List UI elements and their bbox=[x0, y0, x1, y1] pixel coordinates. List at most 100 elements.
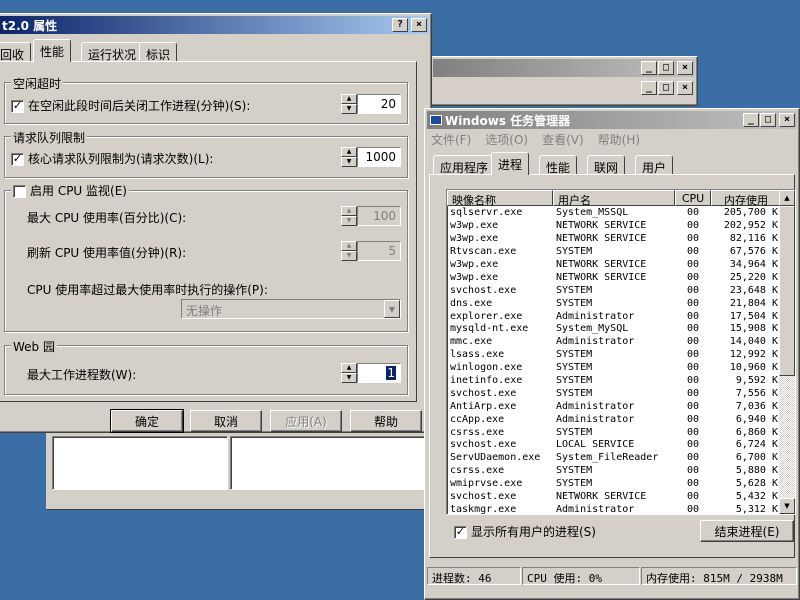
status-processes: 进程数: 46 bbox=[427, 567, 521, 585]
cancel-button[interactable]: 取消 bbox=[190, 410, 262, 432]
cell-memory: 17,504 K bbox=[729, 310, 778, 322]
close-icon[interactable]: × bbox=[411, 18, 427, 32]
menu-file[interactable]: 文件(F) bbox=[431, 131, 471, 148]
idle-timeout-checkbox-row[interactable]: ✓ 在空闲此段时间后关闭工作进程(分钟)(S): bbox=[11, 97, 250, 114]
request-queue-checkbox[interactable]: ✓ bbox=[11, 153, 24, 166]
tab-networking[interactable]: 联网 bbox=[587, 155, 626, 175]
table-row[interactable]: ServUDaemon.exe System_FileReader 00 6,700 … bbox=[447, 452, 781, 465]
task-manager-window: Windows 任务管理器 _ □ × 文件(F) 选项(O) 查看(V) 帮助… bbox=[424, 108, 800, 600]
scroll-down-icon[interactable]: ▼ bbox=[779, 498, 795, 514]
table-row[interactable]: w3wp.exe NETWORK SERVICE 00 82,116 K bbox=[447, 233, 781, 246]
max-worker-label: 最大工作进程数(W): bbox=[27, 368, 137, 382]
tab-processes[interactable]: 进程 bbox=[491, 152, 530, 175]
bg-minimize-icon[interactable]: _ bbox=[641, 61, 657, 75]
cell-user-name: Administrator bbox=[556, 400, 635, 412]
table-row[interactable]: inetinfo.exe SYSTEM 00 9,592 K bbox=[447, 375, 781, 388]
tab-recycle[interactable]: 回收 bbox=[0, 42, 32, 62]
idle-timeout-spinner[interactable]: ▲ ▼ 20 bbox=[341, 94, 401, 114]
bg-close-icon[interactable]: × bbox=[677, 61, 693, 75]
spin-up-icon[interactable]: ▲ bbox=[341, 147, 357, 157]
background-window: _ □ × _ □ × bbox=[430, 56, 698, 106]
tab-applications[interactable]: 应用程序 bbox=[433, 155, 496, 175]
cell-user-name: LOCAL SERVICE bbox=[556, 439, 635, 451]
maximize-icon[interactable]: □ bbox=[760, 113, 776, 127]
request-queue-spinner[interactable]: ▲ ▼ 1000 bbox=[341, 147, 401, 167]
table-row[interactable]: lsass.exe SYSTEM 00 12,992 K bbox=[447, 349, 781, 362]
tab-health[interactable]: 运行状况 bbox=[81, 42, 144, 62]
request-queue-checkbox-row[interactable]: ✓ 核心请求队列限制为(请求次数)(L): bbox=[11, 150, 213, 167]
menu-view[interactable]: 查看(V) bbox=[542, 131, 584, 148]
table-row[interactable]: svchost.exe NETWORK SERVICE 00 5,432 K bbox=[447, 491, 781, 504]
table-row[interactable]: wmiprvse.exe SYSTEM 00 5,628 K bbox=[447, 478, 781, 491]
table-row[interactable]: mmc.exe Administrator 00 14,040 K bbox=[447, 336, 781, 349]
menu-help[interactable]: 帮助(H) bbox=[598, 131, 640, 148]
table-row[interactable]: Rtvscan.exe SYSTEM 00 67,576 K bbox=[447, 246, 781, 259]
cell-memory: 5,628 K bbox=[735, 478, 778, 490]
tab-performance[interactable]: 性能 bbox=[539, 155, 578, 175]
help-button[interactable]: 帮助 bbox=[350, 410, 422, 432]
table-row[interactable]: sqlservr.exe System_MSSQL 00 205,700 K bbox=[447, 207, 781, 220]
table-row[interactable]: dns.exe SYSTEM 00 21,804 K bbox=[447, 297, 781, 310]
table-row[interactable]: AntiArp.exe Administrator 00 7,036 K bbox=[447, 400, 781, 413]
cell-memory: 9,592 K bbox=[735, 375, 778, 387]
request-queue-label: 核心请求队列限制为(请求次数)(L): bbox=[28, 152, 214, 166]
cpu-monitor-checkbox-row[interactable]: 启用 CPU 监视(E) bbox=[11, 182, 129, 199]
table-row[interactable]: winlogon.exe SYSTEM 00 10,960 K bbox=[447, 362, 781, 375]
max-worker-spinner[interactable]: ▲ ▼ 1 bbox=[341, 363, 401, 383]
table-row[interactable]: csrss.exe SYSTEM 00 5,880 K bbox=[447, 465, 781, 478]
ok-button[interactable]: 确定 bbox=[110, 409, 184, 433]
scroll-up-icon[interactable]: ▲ bbox=[779, 190, 795, 206]
idle-timeout-value[interactable]: 20 bbox=[357, 94, 401, 114]
table-row[interactable]: svchost.exe LOCAL SERVICE 00 6,724 K bbox=[447, 439, 781, 452]
cell-cpu: 00 bbox=[686, 413, 700, 425]
process-list[interactable]: 映像名称 用户名 CPU 内存使用 sqlservr.exe System_MSS… bbox=[446, 189, 796, 515]
bg-maximize-icon[interactable]: □ bbox=[658, 61, 674, 75]
table-row[interactable]: explorer.exe Administrator 00 17,504 K bbox=[447, 310, 781, 323]
cell-cpu: 00 bbox=[686, 336, 700, 348]
column-memory[interactable]: 内存使用 bbox=[711, 190, 781, 207]
column-image-name[interactable]: 映像名称 bbox=[447, 190, 553, 207]
column-user-name[interactable]: 用户名 bbox=[553, 190, 675, 207]
spin-down-icon[interactable]: ▼ bbox=[341, 104, 357, 114]
show-all-users-row[interactable]: ✓ 显示所有用户的进程(S) bbox=[454, 523, 596, 540]
bg-mdi-minimize-icon[interactable]: _ bbox=[641, 81, 657, 95]
table-row[interactable]: w3wp.exe NETWORK SERVICE 00 34,964 K bbox=[447, 259, 781, 272]
cpu-monitor-checkbox[interactable] bbox=[13, 185, 26, 198]
column-cpu[interactable]: CPU bbox=[675, 190, 711, 206]
end-process-button[interactable]: 结束进程(E) bbox=[700, 520, 794, 542]
menu-options[interactable]: 选项(O) bbox=[485, 131, 528, 148]
table-row[interactable]: mysqld-nt.exe System_MySQL 00 15,908 K bbox=[447, 323, 781, 336]
help-icon[interactable]: ? bbox=[392, 18, 408, 32]
cell-image-name: w3wp.exe bbox=[450, 271, 499, 283]
request-queue-value[interactable]: 1000 bbox=[357, 147, 401, 167]
bg-mdi-close-icon[interactable]: × bbox=[677, 81, 693, 95]
show-all-users-checkbox[interactable]: ✓ bbox=[454, 526, 467, 539]
spin-up-icon[interactable]: ▲ bbox=[341, 363, 357, 373]
table-row[interactable]: csrss.exe SYSTEM 00 6,860 K bbox=[447, 426, 781, 439]
background-left-pane bbox=[52, 436, 228, 490]
table-row[interactable]: svchost.exe SYSTEM 00 23,648 K bbox=[447, 284, 781, 297]
spin-down-icon[interactable]: ▼ bbox=[341, 373, 357, 383]
cell-memory: 67,576 K bbox=[729, 246, 778, 258]
tab-users[interactable]: 用户 bbox=[635, 155, 674, 175]
bg-mdi-restore-icon[interactable]: □ bbox=[658, 81, 674, 95]
cell-cpu: 00 bbox=[686, 503, 700, 515]
tab-identity[interactable]: 标识 bbox=[139, 42, 178, 62]
table-row[interactable]: ccApp.exe Administrator 00 6,940 K bbox=[447, 413, 781, 426]
table-row[interactable]: w3wp.exe NETWORK SERVICE 00 25,220 K bbox=[447, 271, 781, 284]
table-row[interactable]: taskmgr.exe Administrator 00 5,312 K bbox=[447, 503, 781, 515]
cell-memory: 202,952 K bbox=[723, 220, 778, 232]
idle-timeout-checkbox[interactable]: ✓ bbox=[11, 100, 24, 113]
close-icon[interactable]: × bbox=[779, 113, 795, 127]
cell-user-name: SYSTEM bbox=[556, 297, 593, 309]
minimize-icon[interactable]: _ bbox=[743, 113, 759, 127]
process-list-scrollbar[interactable]: ▲ ▼ bbox=[779, 190, 795, 514]
spin-up-icon[interactable]: ▲ bbox=[341, 94, 357, 104]
scroll-thumb[interactable] bbox=[779, 206, 795, 376]
table-row[interactable]: w3wp.exe NETWORK SERVICE 00 202,952 K bbox=[447, 220, 781, 233]
spin-down-icon: ▼ bbox=[341, 251, 357, 261]
tab-performance[interactable]: 性能 bbox=[33, 39, 72, 62]
max-worker-value[interactable]: 1 bbox=[357, 363, 401, 383]
spin-down-icon[interactable]: ▼ bbox=[341, 157, 357, 167]
table-row[interactable]: svchost.exe SYSTEM 00 7,556 K bbox=[447, 387, 781, 400]
